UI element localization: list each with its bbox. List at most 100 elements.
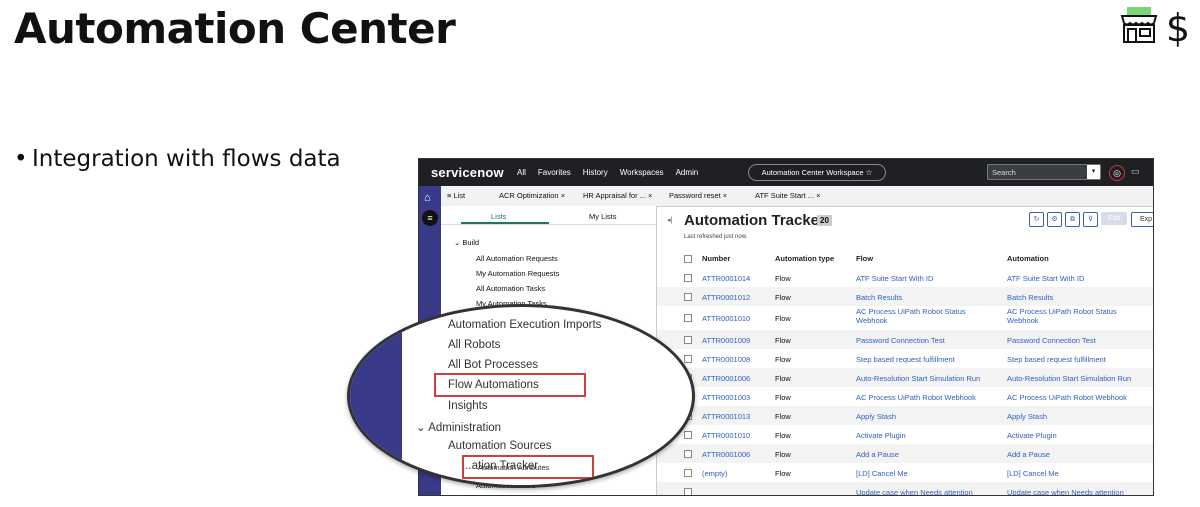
group-build[interactable]: ⌄ Build [454, 238, 479, 247]
filter-icon[interactable]: ⊽ [1083, 212, 1098, 227]
cell-number[interactable]: (empty) [702, 469, 727, 478]
row-checkbox[interactable] [684, 488, 692, 495]
cell-flow[interactable]: Update case when Needs attention [856, 488, 984, 495]
settings-icon[interactable]: ⚙ [1047, 212, 1062, 227]
group-administration[interactable]: ⌄ Administration [416, 420, 501, 434]
tab-lists[interactable]: Lists [491, 212, 506, 221]
row-checkbox[interactable] [684, 469, 692, 477]
table-row[interactable]: ATTR0001010 Flow AC Process UiPath Robot S… [657, 306, 1153, 330]
cell-automation[interactable]: Add a Pause [1007, 450, 1137, 459]
nav-item-automation-sources[interactable]: Automation Sources [448, 440, 552, 452]
cell-automation[interactable]: Activate Plugin [1007, 431, 1137, 440]
tab-password-reset[interactable]: Password reset × [669, 191, 727, 200]
search-input[interactable]: Search ▾ [987, 164, 1101, 180]
servicenow-logo[interactable]: servicenow [431, 165, 504, 180]
cell-flow[interactable]: Auto-Resolution Start Simulation Run [856, 374, 984, 383]
cell-flow[interactable]: Batch Results [856, 293, 984, 302]
row-checkbox[interactable] [684, 293, 692, 301]
row-checkbox[interactable] [684, 431, 692, 439]
list-icon[interactable]: ≡ [422, 210, 438, 226]
table-row[interactable]: ATTR0001009 Flow Password Connection Test P… [657, 330, 1153, 349]
table-row[interactable]: ATTR0001012 Flow Batch Results Batch Result… [657, 287, 1153, 306]
cell-automation[interactable]: AC Process UiPath Robot Webhook [1007, 393, 1137, 402]
cell-automation[interactable]: Update case when Needs attention [1007, 488, 1137, 495]
workspace-pill[interactable]: Automation Center Workspace ☆ [748, 164, 886, 181]
table-row[interactable]: Update case when Needs attention Update c… [657, 482, 1153, 495]
cell-automation[interactable]: Auto-Resolution Start Simulation Run [1007, 374, 1137, 383]
table-row[interactable]: ATTR0001010 Flow Activate Plugin Activate P… [657, 425, 1153, 444]
cell-automation[interactable]: Batch Results [1007, 293, 1137, 302]
cell-number[interactable]: ATTR0001013 [702, 412, 750, 421]
cell-number[interactable]: ATTR0001010 [702, 314, 750, 323]
column-header-flow[interactable]: Flow [856, 254, 873, 263]
table-row[interactable]: (empty) Flow [LD] Cancel Me [LD] Cancel Me [657, 463, 1153, 482]
table-row[interactable]: ATTR0001013 Flow Apply Stash Apply Stash [657, 406, 1153, 425]
cell-flow[interactable]: [LD] Cancel Me [856, 469, 984, 478]
cell-automation[interactable]: Step based request fulfillment [1007, 355, 1137, 364]
column-header-automation-type[interactable]: Automation type [775, 254, 834, 263]
cell-flow[interactable]: AC Process UiPath Robot Status Webhook [856, 307, 984, 325]
close-icon[interactable]: × [816, 191, 820, 200]
nav-all[interactable]: All [517, 168, 526, 177]
cell-automation[interactable]: Password Connection Test [1007, 336, 1137, 345]
cell-flow[interactable]: Password Connection Test [856, 336, 984, 345]
nav-item-all-bot-processes[interactable]: All Bot Processes [448, 359, 538, 371]
edit-button[interactable]: Edit [1101, 212, 1127, 225]
cell-flow[interactable]: AC Process UiPath Robot Webhook [856, 393, 984, 402]
row-checkbox[interactable] [684, 355, 692, 363]
cell-flow[interactable]: Activate Plugin [856, 431, 984, 440]
nav-item-all-robots[interactable]: All Robots [448, 339, 500, 351]
cell-flow[interactable]: Add a Pause [856, 450, 984, 459]
cell-automation[interactable]: [LD] Cancel Me [1007, 469, 1137, 478]
tab-atf-suite[interactable]: ATF Suite Start ... × [755, 191, 821, 200]
row-checkbox[interactable] [684, 274, 692, 282]
table-row[interactable]: ATTR0001006 Flow Auto-Resolution Start Sim… [657, 368, 1153, 387]
cell-number[interactable]: ATTR0001010 [702, 431, 750, 440]
cell-number[interactable]: ATTR0001008 [702, 355, 750, 364]
refresh-icon[interactable]: ↻ [1029, 212, 1044, 227]
cell-number[interactable]: ATTR0001009 [702, 336, 750, 345]
cell-flow[interactable]: Step based request fulfillment [856, 355, 984, 364]
nav-item-all-automation-requests[interactable]: All Automation Requests [476, 254, 558, 263]
search-dropdown-icon[interactable]: ▾ [1087, 165, 1100, 179]
export-button[interactable]: Exp [1131, 212, 1153, 227]
row-checkbox[interactable] [684, 450, 692, 458]
cell-number[interactable]: ATTR0001006 [702, 374, 750, 383]
cell-automation[interactable]: ATF Suite Start With ID [1007, 274, 1137, 283]
column-header-number[interactable]: Number [702, 254, 730, 263]
home-icon[interactable]: ⌂ [424, 192, 431, 204]
tab-my-lists[interactable]: My Lists [589, 212, 617, 221]
close-icon[interactable]: × [561, 191, 565, 200]
close-icon[interactable]: × [648, 191, 652, 200]
nav-item-insights[interactable]: Insights [448, 400, 488, 412]
cell-automation[interactable]: AC Process UiPath Robot Status Webhook [1007, 307, 1137, 325]
table-row[interactable]: ATTR0001006 Flow Add a Pause Add a Pause [657, 444, 1153, 463]
table-row[interactable]: ATTR0001008 Flow Step based request fulfil… [657, 349, 1153, 368]
collapse-icon[interactable]: ◂| [667, 216, 672, 224]
nav-workspaces[interactable]: Workspaces [620, 168, 664, 177]
tab-acr-optimization[interactable]: ACR Optimization × [499, 191, 565, 200]
open-icon[interactable]: ⧉ [1065, 212, 1080, 227]
tab-list[interactable]: ≡ List [447, 191, 465, 200]
nav-history[interactable]: History [583, 168, 608, 177]
globe-icon[interactable]: ◎ [1109, 165, 1125, 181]
table-row[interactable]: ATTR0001003 Flow AC Process UiPath Robot W… [657, 387, 1153, 406]
nav-item-automation-execution-imports[interactable]: Automation Execution Imports [448, 319, 601, 331]
nav-item-all-automation-tasks[interactable]: All Automation Tasks [476, 284, 545, 293]
cell-automation[interactable]: Apply Stash [1007, 412, 1137, 421]
close-icon[interactable]: × [723, 191, 727, 200]
cell-number[interactable]: ATTR0001003 [702, 393, 750, 402]
cell-flow[interactable]: ATF Suite Start With ID [856, 274, 984, 283]
select-all-checkbox[interactable] [684, 255, 692, 263]
tab-hr-appraisal[interactable]: HR Appraisal for ... × [583, 191, 652, 200]
cell-flow[interactable]: Apply Stash [856, 412, 984, 421]
column-header-automation[interactable]: Automation [1007, 254, 1049, 263]
nav-item-automation-attributes[interactable]: Automation Attributes [478, 463, 549, 472]
nav-admin[interactable]: Admin [676, 168, 699, 177]
cell-number[interactable]: ATTR0001012 [702, 293, 750, 302]
nav-favorites[interactable]: Favorites [538, 168, 571, 177]
row-checkbox[interactable] [684, 336, 692, 344]
chat-icon[interactable]: ▭ [1131, 166, 1140, 177]
nav-item-my-automation-requests[interactable]: My Automation Requests [476, 269, 559, 278]
cell-number[interactable]: ATTR0001006 [702, 450, 750, 459]
